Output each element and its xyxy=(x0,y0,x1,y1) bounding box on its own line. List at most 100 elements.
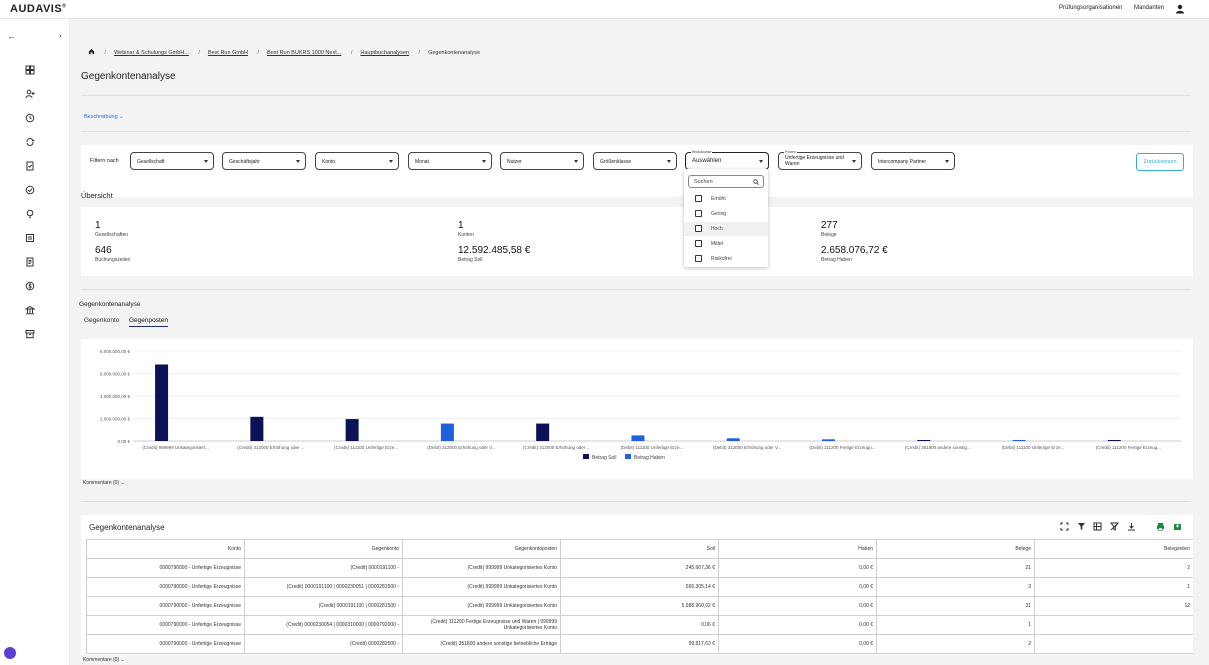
link-mandanten[interactable]: Mandanten xyxy=(1134,5,1164,11)
tab-gegenkonto[interactable]: Gegenkonto xyxy=(84,317,119,324)
breadcrumb-item[interactable]: Hauptbuchanalysen xyxy=(360,50,409,56)
x-tick-label: (Debit) 111100 Unfertige Erze... xyxy=(621,445,684,450)
col-header[interactable]: Haben xyxy=(718,539,877,559)
table-cell: (Credit) 0000230054 | 0000310000 | 00007… xyxy=(244,615,403,635)
breadcrumb-item[interactable]: Webinar & Schulungs GmbH... xyxy=(114,50,189,56)
filter-groessenklasse[interactable]: Größenklasse xyxy=(593,152,677,170)
table-cell: 0,00 € xyxy=(718,558,877,578)
filter-icon[interactable] xyxy=(1077,522,1086,531)
breadcrumb-item[interactable]: Best Run GmbH xyxy=(208,50,248,56)
chevron-right-icon[interactable]: › xyxy=(59,31,62,40)
checklist-icon[interactable] xyxy=(25,233,35,243)
table-row[interactable]: 0000790000 - Unfertige Erzeugnisse (Cred… xyxy=(86,615,1193,635)
table-cell: (Credit) 351800 andere sonstige betriebl… xyxy=(402,634,561,654)
table-cell: (Credit) 999999 Unkategorisiertes Konto xyxy=(402,558,561,578)
dropdown-option-risikofrei[interactable]: Risikofrei xyxy=(684,252,768,266)
table-cell: 5.988.960,02 € xyxy=(560,596,719,616)
reset-button[interactable]: Zurücksetzen xyxy=(1136,153,1184,171)
table-row[interactable]: 0000790000 - Unfertige Erzeugnisse (Cred… xyxy=(86,558,1193,578)
table-row[interactable]: 0000790000 - Unfertige Erzeugnisse (Cred… xyxy=(86,596,1193,616)
dollar-icon[interactable] xyxy=(25,281,35,291)
table-row[interactable]: 0000790000 - Unfertige Erzeugnisse (Cred… xyxy=(86,577,1193,597)
checkbox[interactable] xyxy=(695,225,702,232)
columns-icon[interactable] xyxy=(1093,522,1102,531)
filter-konto[interactable]: Konto xyxy=(315,152,399,170)
risk-dropdown-menu: Suchen Erhöht Gering Hoch Mittel Risikof… xyxy=(684,169,768,267)
dashboard-icon[interactable] xyxy=(25,65,35,75)
checkbox[interactable] xyxy=(695,195,702,202)
divider xyxy=(81,95,1191,96)
bar xyxy=(631,435,645,441)
description-toggle[interactable]: Beschreibung ⌄ xyxy=(84,114,124,120)
table-cell: (Credit) 0000191100 - xyxy=(244,558,403,578)
dropdown-option-gering[interactable]: Gering xyxy=(684,207,768,221)
tab-gegenposten[interactable]: Gegenposten xyxy=(129,317,169,327)
checkbox[interactable] xyxy=(695,255,702,262)
table-header-row: Konto Gegenkonto Gegenkontoposten Soll H… xyxy=(86,539,1193,559)
col-header[interactable]: Gegenkonto xyxy=(244,539,403,559)
table-cell: 3 xyxy=(876,577,1035,597)
table-cell: 0000790000 - Unfertige Erzeugnisse xyxy=(86,634,245,654)
filter-bar: Filtern nach Gesellschaft Geschäftsjahr … xyxy=(81,145,1193,197)
x-tick-label: (Debit) 111200 Fertige Erzeugn... xyxy=(809,445,875,450)
document-check-icon[interactable] xyxy=(25,161,35,171)
sync-icon[interactable] xyxy=(25,137,35,147)
y-tick-label: 4.000.000,00 € xyxy=(100,394,131,399)
audavis-logo[interactable]: AUDAVIS® xyxy=(10,3,66,15)
chevron-down-icon: ⌄ xyxy=(120,657,125,663)
home-icon[interactable] xyxy=(88,48,95,55)
history-icon[interactable] xyxy=(25,113,35,123)
col-header[interactable]: Belegzeilen xyxy=(1034,539,1193,559)
caret-down-icon xyxy=(204,160,208,163)
filter-monat[interactable]: Monat xyxy=(408,152,492,170)
breadcrumb-item[interactable]: Best Run BUKRS 1000 Next... xyxy=(267,50,341,56)
legend-label: Betrag Soll xyxy=(592,455,616,461)
filter-nutzer[interactable]: Nutzer xyxy=(500,152,584,170)
checkbox[interactable] xyxy=(695,210,702,217)
download-icon[interactable] xyxy=(1127,522,1136,531)
breadcrumb: / Webinar & Schulungs GmbH... / Best Run G… xyxy=(88,48,480,56)
caret-down-icon xyxy=(759,160,763,163)
filter-gesellschaft[interactable]: Gesellschaft xyxy=(130,152,214,170)
dropdown-option-hoch[interactable]: Hoch xyxy=(684,222,768,236)
check-circle-icon[interactable] xyxy=(25,185,35,195)
table-cell: 2 xyxy=(876,634,1035,654)
export-icon[interactable] xyxy=(1173,522,1182,531)
archive-icon[interactable] xyxy=(25,329,35,339)
filter-risikoklasse[interactable]: Risikoklasse Auswählen xyxy=(685,150,769,170)
caret-down-icon xyxy=(574,160,578,163)
report-icon[interactable] xyxy=(25,257,35,267)
filter-posten[interactable]: Posten Unfertige Erzeugnisse und Waren xyxy=(778,150,862,170)
col-header[interactable]: Soll xyxy=(560,539,719,559)
add-user-icon[interactable] xyxy=(25,89,35,99)
table-cell: 1 xyxy=(876,615,1035,635)
table-cell xyxy=(1034,634,1193,654)
x-tick-label: (Credit) 999999 Unkategorisiert... xyxy=(142,445,209,450)
dropdown-option-erhoeht[interactable]: Erhöht xyxy=(684,192,768,206)
table-comments-toggle[interactable]: Kommentare (0) ⌄ xyxy=(83,657,125,663)
bank-icon[interactable] xyxy=(24,305,36,315)
col-header[interactable]: Belege xyxy=(876,539,1035,559)
dropdown-search-input[interactable]: Suchen xyxy=(688,175,764,188)
kpi-betrag-haben: 2.658.076,72 € Betrag Haben xyxy=(821,245,888,263)
dropdown-option-mittel[interactable]: Mittel xyxy=(684,237,768,251)
filter-geschaeftsjahr[interactable]: Geschäftsjahr xyxy=(222,152,306,170)
clear-filter-icon[interactable] xyxy=(1110,522,1119,531)
bar xyxy=(726,438,740,441)
bar xyxy=(440,423,454,441)
filter-intercompany-partner[interactable]: Intercompany Partner xyxy=(871,152,955,170)
checkbox[interactable] xyxy=(695,240,702,247)
table-row[interactable]: 0000790000 - Unfertige Erzeugnisse (Cred… xyxy=(86,634,1193,654)
comments-toggle[interactable]: Kommentare (0) ⌄ xyxy=(83,480,125,486)
arrow-left-icon[interactable]: ← xyxy=(7,31,16,41)
link-pruefungsorganisationen[interactable]: Prüfungsorganisationen xyxy=(1059,5,1122,11)
lightbulb-icon[interactable] xyxy=(25,209,35,219)
page-title: Gegenkontenanalyse xyxy=(81,71,176,82)
divider xyxy=(81,501,1191,502)
col-header[interactable]: Konto xyxy=(86,539,245,559)
user-icon[interactable] xyxy=(1175,4,1185,14)
app-badge-icon[interactable] xyxy=(4,647,16,659)
print-icon[interactable] xyxy=(1156,522,1165,531)
col-header[interactable]: Gegenkontoposten xyxy=(402,539,561,559)
fullscreen-icon[interactable] xyxy=(1060,522,1069,531)
